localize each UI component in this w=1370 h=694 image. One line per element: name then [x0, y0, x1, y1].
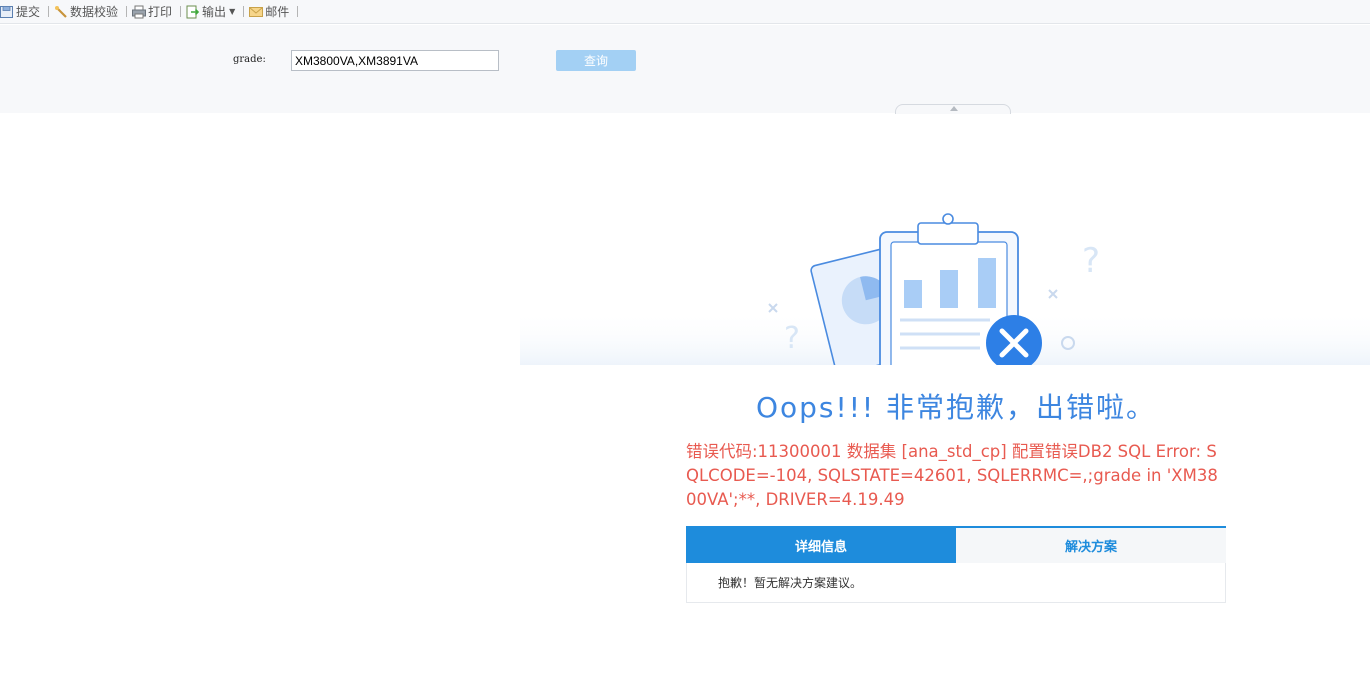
error-tabs: 详细信息 解决方案: [686, 526, 1226, 563]
error-illustration: ? ?: [520, 200, 1370, 383]
export-label: 输出: [202, 5, 227, 19]
print-label: 打印: [148, 5, 173, 19]
toolbar: 提交 数据校验 打印 输出 ▼ 邮件: [0, 0, 1370, 24]
export-icon: [186, 5, 200, 19]
submit-button[interactable]: 提交: [0, 1, 44, 23]
mail-button[interactable]: 邮件: [249, 1, 293, 23]
mail-label: 邮件: [265, 5, 290, 19]
submit-label: 提交: [16, 5, 41, 19]
toolbar-divider: [243, 6, 245, 17]
toolbar-divider: [126, 6, 128, 17]
error-message: 错误代码:11300001 数据集 [ana_std_cp] 配置错误DB2 S…: [686, 442, 1218, 509]
data-check-label: 数据校验: [70, 5, 119, 19]
print-icon: [132, 5, 147, 19]
data-check-icon: [54, 5, 68, 19]
toolbar-divider: [180, 6, 182, 17]
svg-text:?: ?: [1082, 241, 1100, 281]
print-button[interactable]: 打印: [132, 1, 176, 23]
tab-solution[interactable]: 解决方案: [956, 528, 1226, 563]
svg-text:?: ?: [784, 321, 800, 356]
grade-input[interactable]: [291, 50, 499, 71]
export-button[interactable]: 输出 ▼: [186, 1, 239, 23]
error-title: Oops!!! 非常抱歉，出错啦。: [755, 391, 1157, 424]
query-button[interactable]: 查询: [556, 50, 636, 71]
toolbar-divider: [48, 6, 50, 17]
parameter-panel: grade: 查询: [0, 25, 1370, 114]
tab-content: 抱歉！暂无解决方案建议。: [686, 563, 1226, 603]
tab-details[interactable]: 详细信息: [686, 528, 956, 563]
collapse-arrow-icon: [950, 106, 958, 111]
mail-icon: [249, 5, 264, 19]
data-check-button[interactable]: 数据校验: [54, 1, 122, 23]
submit-icon: [0, 5, 14, 19]
toolbar-divider: [297, 6, 299, 17]
collapse-panel-toggle[interactable]: [895, 104, 1011, 114]
grade-label: grade:: [233, 54, 266, 65]
chevron-down-icon: ▼: [229, 7, 236, 16]
solution-text: 抱歉！暂无解决方案建议。: [718, 576, 863, 590]
